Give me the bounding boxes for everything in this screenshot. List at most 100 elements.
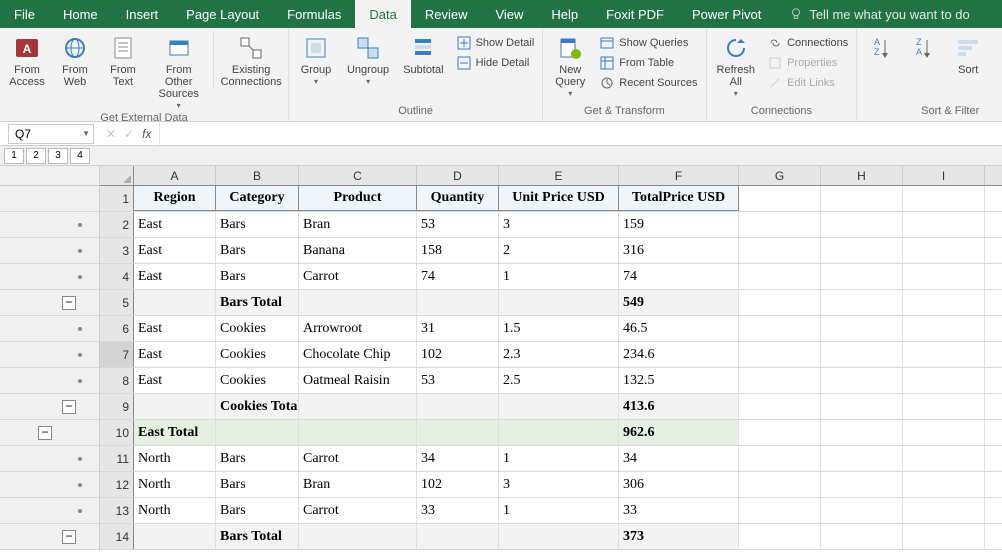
refresh-all-button[interactable]: Refresh All▾ bbox=[713, 30, 760, 98]
table-header-cell[interactable]: Category bbox=[216, 186, 299, 211]
cell[interactable] bbox=[739, 446, 821, 471]
from-access-button[interactable]: AFrom Access bbox=[6, 30, 48, 88]
col-header-E[interactable]: E bbox=[499, 166, 619, 185]
tab-file[interactable]: File bbox=[0, 0, 49, 28]
cell[interactable]: 102 bbox=[417, 342, 499, 367]
row-header[interactable]: 13 bbox=[100, 498, 134, 523]
cell[interactable] bbox=[739, 186, 821, 211]
cell[interactable]: Bars bbox=[216, 498, 299, 523]
tab-review[interactable]: Review bbox=[411, 0, 482, 28]
cell[interactable] bbox=[903, 446, 985, 471]
cell[interactable] bbox=[821, 264, 903, 289]
cell[interactable] bbox=[299, 290, 417, 315]
col-header-B[interactable]: B bbox=[216, 166, 299, 185]
row-header[interactable]: 12 bbox=[100, 472, 134, 497]
cell[interactable] bbox=[903, 238, 985, 263]
cell[interactable]: 33 bbox=[619, 498, 739, 523]
formula-input[interactable] bbox=[159, 122, 1002, 145]
cell[interactable] bbox=[299, 420, 417, 445]
cell[interactable]: North bbox=[134, 446, 216, 471]
cell[interactable] bbox=[739, 524, 821, 549]
cell[interactable]: Bars Total bbox=[216, 524, 299, 549]
cell[interactable]: 159 bbox=[619, 212, 739, 237]
row-header[interactable]: 7 bbox=[100, 342, 134, 367]
tab-power-pivot[interactable]: Power Pivot bbox=[678, 0, 775, 28]
subtotal-button[interactable]: Subtotal bbox=[399, 30, 447, 76]
show-queries-button[interactable]: Show Queries bbox=[597, 34, 699, 52]
cell[interactable]: Cookies bbox=[216, 368, 299, 393]
cell[interactable]: 2 bbox=[499, 238, 619, 263]
name-box[interactable]: Q7▼ bbox=[8, 124, 94, 144]
cell[interactable]: 2.5 bbox=[499, 368, 619, 393]
cell[interactable]: 132.5 bbox=[619, 368, 739, 393]
cell[interactable]: 34 bbox=[417, 446, 499, 471]
row-header[interactable]: 5 bbox=[100, 290, 134, 315]
cell[interactable]: East Total bbox=[134, 420, 216, 445]
table-header-cell[interactable]: Quantity bbox=[417, 186, 499, 211]
cell[interactable]: 1 bbox=[499, 446, 619, 471]
cell[interactable]: Chocolate Chip bbox=[299, 342, 417, 367]
cell[interactable]: 549 bbox=[619, 290, 739, 315]
connections-button[interactable]: Connections bbox=[765, 34, 850, 52]
col-header-G[interactable]: G bbox=[739, 166, 821, 185]
col-header-I[interactable]: I bbox=[903, 166, 985, 185]
cell[interactable] bbox=[821, 420, 903, 445]
cell[interactable]: 34 bbox=[619, 446, 739, 471]
collapse-button[interactable]: − bbox=[38, 426, 52, 440]
cell[interactable]: Carrot bbox=[299, 498, 417, 523]
enter-icon[interactable]: ✓ bbox=[124, 127, 134, 141]
cell[interactable] bbox=[499, 524, 619, 549]
cell[interactable]: 316 bbox=[619, 238, 739, 263]
cell[interactable] bbox=[821, 394, 903, 419]
cell[interactable] bbox=[903, 394, 985, 419]
table-header-cell[interactable]: Unit Price USD bbox=[499, 186, 619, 211]
tab-formulas[interactable]: Formulas bbox=[273, 0, 355, 28]
cell[interactable]: 3 bbox=[499, 212, 619, 237]
table-header-cell[interactable]: Product bbox=[299, 186, 417, 211]
cell[interactable]: 962.6 bbox=[619, 420, 739, 445]
cell[interactable]: Bars Total bbox=[216, 290, 299, 315]
cell[interactable] bbox=[821, 498, 903, 523]
cell[interactable] bbox=[821, 472, 903, 497]
tab-home[interactable]: Home bbox=[49, 0, 112, 28]
cell[interactable] bbox=[739, 368, 821, 393]
col-header-F[interactable]: F bbox=[619, 166, 739, 185]
cell[interactable]: Bran bbox=[299, 212, 417, 237]
cell[interactable]: East bbox=[134, 264, 216, 289]
cell[interactable] bbox=[903, 264, 985, 289]
cell[interactable] bbox=[821, 212, 903, 237]
cell[interactable] bbox=[903, 342, 985, 367]
row-header[interactable]: 14 bbox=[100, 524, 134, 549]
tell-me-search[interactable]: Tell me what you want to do bbox=[775, 7, 983, 22]
tab-data[interactable]: Data bbox=[355, 0, 410, 28]
cell[interactable] bbox=[417, 524, 499, 549]
col-header-C[interactable]: C bbox=[299, 166, 417, 185]
row-header[interactable]: 8 bbox=[100, 368, 134, 393]
cell[interactable]: 53 bbox=[417, 368, 499, 393]
cell[interactable]: East bbox=[134, 238, 216, 263]
sort-za-button[interactable]: ZA bbox=[905, 30, 941, 64]
grid[interactable]: ABCDEFGHI 1RegionCategoryProductQuantity… bbox=[100, 166, 1002, 550]
cancel-icon[interactable]: ✕ bbox=[106, 127, 116, 141]
cell[interactable] bbox=[821, 290, 903, 315]
cell[interactable]: 306 bbox=[619, 472, 739, 497]
cell[interactable]: 158 bbox=[417, 238, 499, 263]
cell[interactable] bbox=[739, 472, 821, 497]
collapse-button[interactable]: − bbox=[62, 400, 76, 414]
tab-page-layout[interactable]: Page Layout bbox=[172, 0, 273, 28]
from-table-button[interactable]: From Table bbox=[597, 54, 699, 72]
cell[interactable] bbox=[903, 186, 985, 211]
cell[interactable] bbox=[417, 290, 499, 315]
new-query-button[interactable]: New Query▾ bbox=[549, 30, 591, 98]
row-header[interactable]: 11 bbox=[100, 446, 134, 471]
row-header[interactable]: 3 bbox=[100, 238, 134, 263]
cell[interactable]: Cookies Total bbox=[216, 394, 299, 419]
cell[interactable]: Carrot bbox=[299, 446, 417, 471]
collapse-button[interactable]: − bbox=[62, 296, 76, 310]
col-header-A[interactable]: A bbox=[134, 166, 216, 185]
cell[interactable]: 1 bbox=[499, 498, 619, 523]
from-other-sources-button[interactable]: From Other Sources▾ bbox=[150, 30, 207, 110]
cell[interactable] bbox=[739, 316, 821, 341]
cell[interactable] bbox=[299, 394, 417, 419]
row-header[interactable]: 10 bbox=[100, 420, 134, 445]
